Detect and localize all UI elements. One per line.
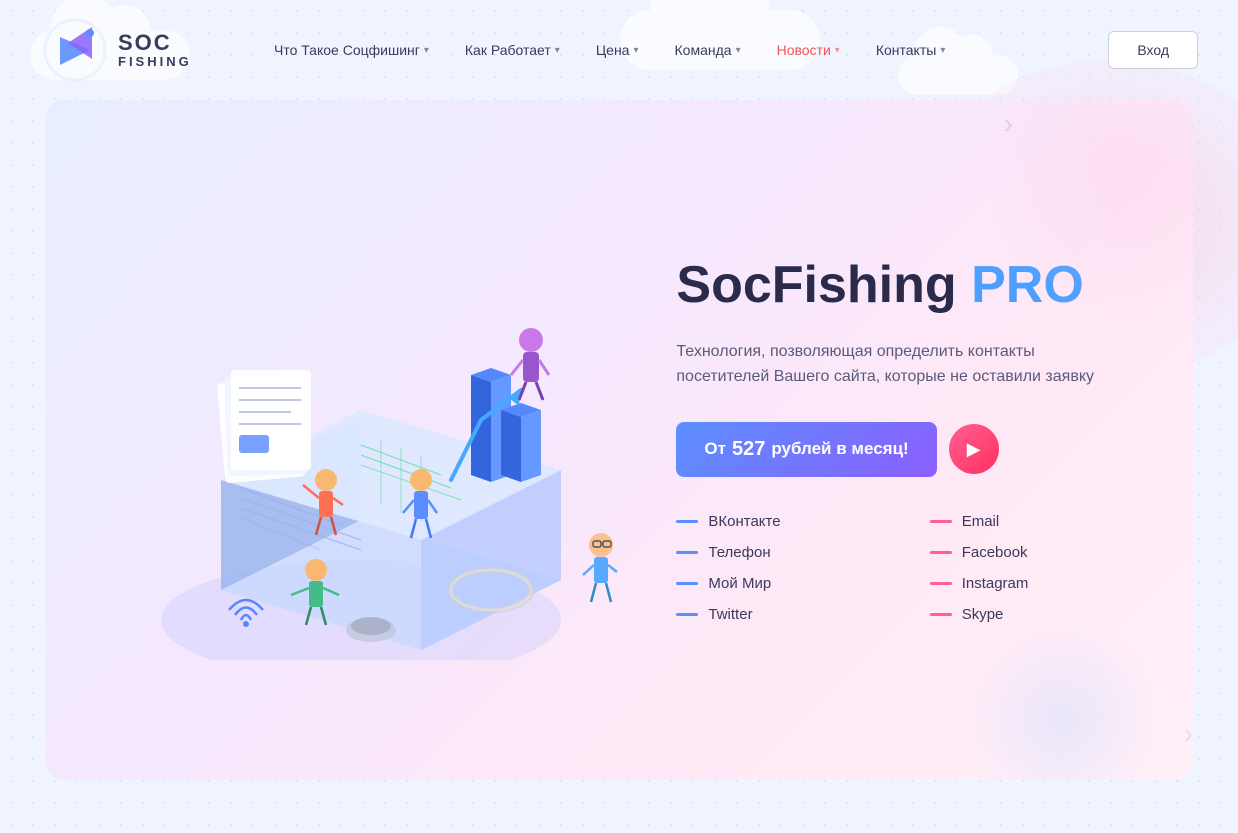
dash-icon-pink [930,520,952,523]
contact-item-skype: Skype [930,606,1143,623]
contact-item-phone: Телефон [676,544,889,561]
hero-illustration [45,200,676,680]
contact-item-vk: ВКонтакте [676,513,889,530]
dash-icon-pink [930,551,952,554]
nav-item-how[interactable]: Как Работает ▾ [451,34,574,66]
contact-label-email: Email [962,513,1000,530]
login-button[interactable]: Вход [1108,31,1198,69]
hero-subtitle: Технология, позволяющая определить конта… [676,339,1116,390]
deco-arrow-bottom: › [1184,718,1193,750]
contact-label-skype: Skype [962,606,1004,623]
dash-icon-blue [676,520,698,523]
nav-item-what[interactable]: Что Такое Соцфишинг ▾ [260,34,443,66]
contact-item-facebook: Facebook [930,544,1143,561]
hero-section: › › [45,100,1193,780]
dash-icon-pink [930,613,952,616]
dash-icon-blue [676,582,698,585]
dash-icon-pink [930,582,952,585]
chevron-down-icon: ▾ [555,45,560,56]
cta-prefix: От [704,439,726,459]
contact-item-moimir: Мой Мир [676,575,889,592]
chevron-down-icon: ▾ [633,45,638,56]
play-button[interactable]: ▶ [949,424,999,474]
deco-arrow-top: › [1004,108,1013,140]
contact-label-moimir: Мой Мир [708,575,771,592]
cta-suffix: рублей в месяц! [771,439,908,459]
navbar: SOC FISHING Что Такое Соцфишинг ▾ Как Ра… [0,0,1238,100]
contact-label-twitter: Twitter [708,606,752,623]
logo[interactable]: SOC FISHING [40,15,200,85]
chevron-down-icon: ▾ [835,45,840,56]
nav-item-team[interactable]: Команда ▾ [661,34,755,66]
chevron-down-icon: ▾ [424,45,429,56]
dash-icon-blue [676,551,698,554]
logo-icon [40,15,110,85]
nav-item-price[interactable]: Цена ▾ [582,34,653,66]
cta-row: От 527 рублей в месяц! ▶ [676,422,1143,477]
logo-fishing: FISHING [118,55,192,69]
contact-item-instagram: Instagram [930,575,1143,592]
contact-label-instagram: Instagram [962,575,1029,592]
dash-icon-blue [676,613,698,616]
cta-button[interactable]: От 527 рублей в месяц! [676,422,936,477]
logo-text: SOC FISHING [118,31,192,69]
contacts-grid: ВКонтакте Email Телефон Facebook Мой Мир [676,513,1143,623]
chevron-down-icon: ▾ [940,45,945,56]
contact-item-twitter: Twitter [676,606,889,623]
cta-price: 527 [732,438,765,461]
play-icon: ▶ [967,439,981,460]
nav-item-news[interactable]: Новости ▾ [763,34,854,66]
contact-label-vk: ВКонтакте [708,513,780,530]
nav-item-contacts[interactable]: Контакты ▾ [862,34,960,66]
logo-soc: SOC [118,31,192,55]
hero-title-main: SocFishing [676,256,971,314]
nav-links: Что Такое Соцфишинг ▾ Как Работает ▾ Цен… [260,34,1108,66]
contact-label-phone: Телефон [708,544,770,561]
chevron-down-icon: ▾ [736,45,741,56]
contact-label-facebook: Facebook [962,544,1028,561]
contact-item-email: Email [930,513,1143,530]
